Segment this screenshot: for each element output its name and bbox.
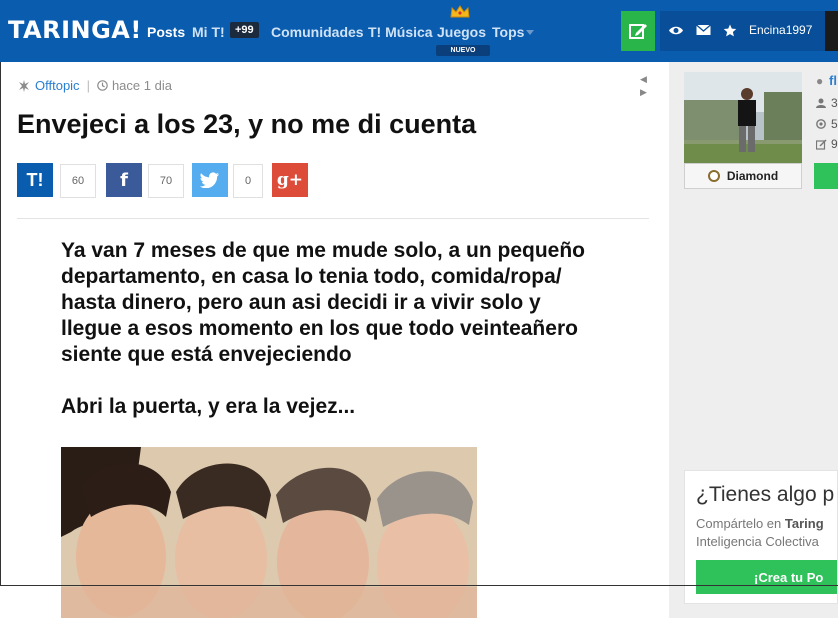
author-avatar[interactable]: [684, 72, 802, 163]
twitter-share-count: 0: [233, 164, 263, 198]
juegos-new-badge: NUEVO: [436, 45, 490, 56]
post-image: [61, 447, 477, 618]
category-icon: [19, 79, 29, 92]
cta-title: ¿Tienes algo p: [696, 483, 835, 506]
rank-badge: Diamond: [684, 163, 802, 189]
rank-icon: [707, 170, 720, 182]
user-menu: Encina1997: [660, 11, 838, 51]
facebook-share-button[interactable]: f: [106, 163, 142, 197]
eye-icon[interactable]: [668, 24, 684, 37]
rank-label: Diamond: [726, 169, 779, 183]
post-paragraph: Ya van 7 meses de que me mude solo, a un…: [61, 239, 585, 366]
divider: [17, 218, 649, 219]
mail-icon[interactable]: [696, 24, 711, 36]
post-content: Offtopic | hace 1 dia ◀ ▶ Envejeci a los…: [0, 62, 668, 618]
nav-t-musica[interactable]: T! Música: [368, 24, 433, 40]
nav-comunidades[interactable]: Comunidades: [271, 24, 364, 40]
cta-line2-text: Inteligencia Colectiva: [696, 534, 819, 549]
post-time: hace 1 dia: [111, 78, 172, 93]
cta-subtitle: Compártelo en Taring Inteligencia Colect…: [696, 515, 824, 551]
edit-icon: [629, 24, 647, 39]
google-plus-share-button[interactable]: g+: [272, 163, 308, 197]
chevron-down-icon[interactable]: [526, 30, 534, 35]
cta-line1-text: Compártelo en: [696, 516, 785, 531]
breadcrumb-separator: |: [86, 78, 90, 93]
points-count: 5: [831, 117, 838, 131]
category-link[interactable]: Offtopic: [35, 78, 80, 93]
sidebar: Diamond ● fl 3 5 9 ¿Tienes algo p Compár…: [669, 62, 838, 618]
crown-icon: [450, 5, 470, 18]
points-icon: [816, 119, 826, 129]
nav-tops[interactable]: Tops: [492, 24, 524, 40]
followers-icon: [816, 98, 826, 108]
posts-count: 9: [831, 137, 838, 151]
followers-count: 3: [831, 96, 838, 110]
star-icon[interactable]: [723, 24, 737, 37]
create-post-cta: ¿Tienes algo p Compártelo en Taring Inte…: [684, 470, 838, 604]
next-post-icon[interactable]: ▶: [640, 86, 647, 99]
author-photo: [684, 72, 802, 163]
nav-mi-t[interactable]: Mi T!: [192, 24, 225, 40]
faces-image: [61, 447, 477, 618]
taringa-logo[interactable]: TARINGA!: [8, 16, 142, 44]
post-paragraph: Abri la puerta, y era la vejez...: [61, 395, 356, 418]
follow-button[interactable]: [814, 163, 838, 189]
compose-post-button[interactable]: [621, 11, 655, 51]
taringa-share-count: 60: [60, 164, 96, 198]
online-status-icon: ●: [816, 74, 824, 88]
post-title: Envejeci a los 23, y no me di cuenta: [17, 109, 477, 139]
post-nav-arrows[interactable]: ◀ ▶: [640, 73, 647, 99]
post-body: Ya van 7 meses de que me mude solo, a un…: [61, 238, 601, 420]
avatar[interactable]: [825, 11, 838, 51]
taringa-share-button[interactable]: T!: [17, 163, 53, 197]
breadcrumb: Offtopic | hace 1 dia: [18, 78, 172, 93]
nav-posts[interactable]: Posts: [147, 24, 185, 40]
nav-juegos[interactable]: Juegos: [437, 24, 486, 40]
twitter-share-button[interactable]: [192, 163, 228, 197]
clock-icon: [97, 80, 108, 91]
author-name[interactable]: fl: [829, 73, 837, 88]
top-navbar: TARINGA! Posts Mi T! Comunidades T! Músi…: [0, 0, 838, 62]
window-border: [0, 585, 838, 586]
twitter-bird-icon: [200, 172, 219, 188]
posts-icon: [816, 139, 827, 150]
cta-line1-bold: Taring: [784, 516, 824, 531]
facebook-share-count: 70: [148, 164, 184, 198]
window-border: [0, 62, 1, 586]
username[interactable]: Encina1997: [749, 23, 812, 37]
prev-post-icon[interactable]: ◀: [640, 73, 647, 86]
notifications-badge[interactable]: +99: [230, 22, 259, 38]
create-post-button[interactable]: ¡Crea tu Po: [696, 560, 837, 594]
